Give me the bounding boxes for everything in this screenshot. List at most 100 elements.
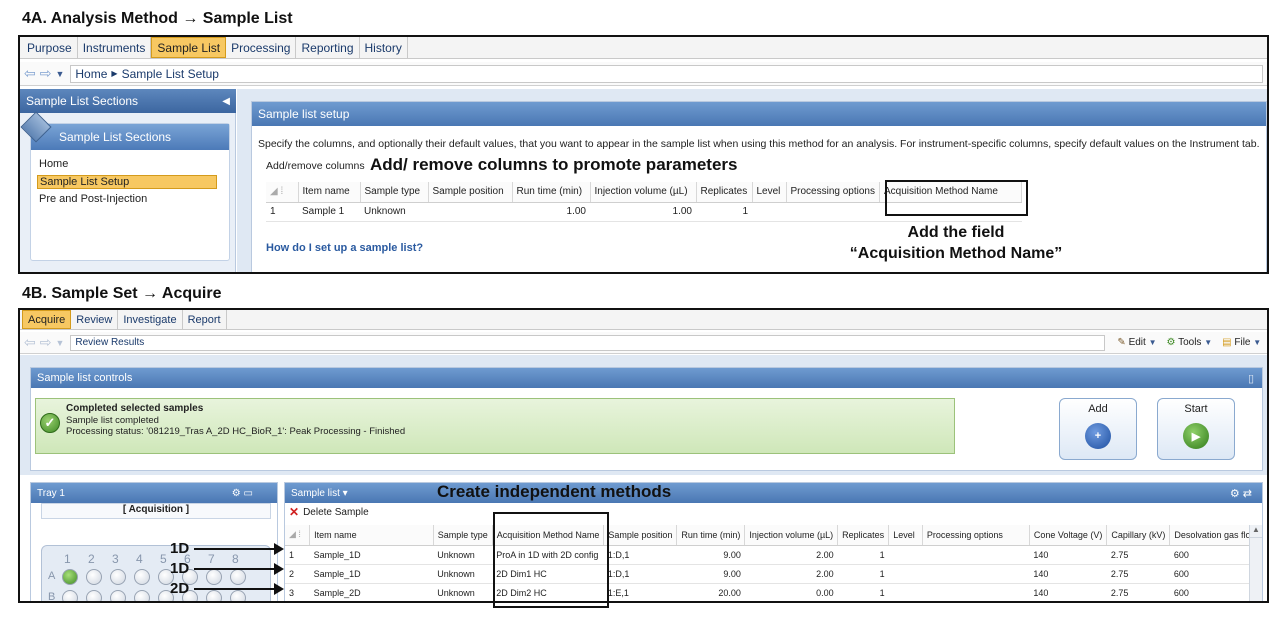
table-cell[interactable]: 140 bbox=[1029, 545, 1107, 565]
back-arrow-icon[interactable]: ⇦ bbox=[24, 334, 36, 351]
sidebar-item-home[interactable]: Home bbox=[39, 158, 68, 170]
column-header[interactable]: Level bbox=[752, 182, 787, 203]
table-cell[interactable] bbox=[922, 564, 1030, 584]
table-cell[interactable]: 2.00 bbox=[744, 564, 838, 584]
column-header[interactable]: Processing options bbox=[922, 525, 1030, 546]
sample-list-menu[interactable]: Sample list ▾ bbox=[291, 488, 348, 499]
breadcrumb-review-results[interactable]: Review Results bbox=[70, 334, 1106, 351]
sample-list-tools-icon[interactable]: ⚙ ⇄ bbox=[1230, 487, 1252, 500]
table-cell[interactable] bbox=[922, 545, 1030, 565]
column-header[interactable]: Sample position bbox=[603, 525, 678, 546]
table-cell[interactable]: 1.00 bbox=[512, 202, 590, 222]
table-row[interactable]: 3 Sample_2D Unknown 2D Dim2 HC 1:E,1 20.00 0.0… bbox=[285, 583, 1262, 601]
table-row[interactable]: 2 Sample_1D Unknown 2D Dim1 HC 1:D,1 9.00 2.00… bbox=[285, 564, 1262, 584]
table-cell[interactable]: 0.00 bbox=[744, 583, 838, 601]
delete-sample-button[interactable]: ✕ Delete Sample bbox=[289, 505, 369, 519]
tools-menu[interactable]: ⚙ Tools ▼ bbox=[1167, 337, 1213, 348]
table-cell[interactable]: 140 bbox=[1029, 564, 1107, 584]
table-cell[interactable] bbox=[888, 545, 923, 565]
table-cell[interactable]: 140 bbox=[1029, 583, 1107, 601]
table-cell[interactable]: 600 bbox=[1169, 564, 1262, 584]
table-cell[interactable]: 2.75 bbox=[1106, 583, 1170, 601]
column-header[interactable]: Sample position bbox=[428, 182, 513, 203]
table-cell[interactable]: 2.75 bbox=[1106, 564, 1170, 584]
table-cell[interactable]: Unknown bbox=[433, 545, 493, 565]
scroll-up-icon[interactable]: ▲ bbox=[1250, 525, 1262, 538]
tray-well[interactable] bbox=[134, 590, 150, 601]
table-cell[interactable] bbox=[786, 202, 880, 222]
tray-well[interactable] bbox=[134, 569, 150, 585]
table-cell[interactable]: Sample 1 bbox=[298, 202, 360, 222]
collapse-icon[interactable]: ◀ bbox=[222, 96, 230, 107]
tray-well[interactable] bbox=[206, 569, 222, 585]
table-cell[interactable]: Sample_1D bbox=[309, 564, 434, 584]
breadcrumb-current[interactable]: Sample List Setup bbox=[122, 67, 219, 81]
table-cell[interactable]: 9.00 bbox=[676, 545, 745, 565]
tab-instruments[interactable]: Instruments bbox=[78, 37, 152, 58]
column-header[interactable]: Replicates bbox=[696, 182, 753, 203]
tray-well[interactable] bbox=[110, 590, 126, 601]
column-header[interactable]: Item name bbox=[298, 182, 361, 203]
table-cell[interactable] bbox=[752, 202, 786, 222]
column-header[interactable]: Capillary (kV) bbox=[1106, 525, 1171, 546]
table-cell[interactable]: 1:D,1 bbox=[603, 545, 677, 565]
table-cell[interactable]: 20.00 bbox=[676, 583, 745, 601]
tray-well[interactable] bbox=[206, 590, 222, 601]
tab-processing[interactable]: Processing bbox=[226, 37, 297, 58]
column-header[interactable]: Sample type bbox=[433, 525, 493, 546]
table-cell[interactable]: Unknown bbox=[433, 583, 493, 601]
table-cell[interactable] bbox=[888, 564, 923, 584]
add-button[interactable]: Add + bbox=[1059, 398, 1137, 460]
column-header[interactable]: Processing options bbox=[786, 182, 880, 203]
tray-well[interactable] bbox=[86, 590, 102, 601]
tray-well[interactable] bbox=[230, 590, 246, 601]
column-header[interactable]: Level bbox=[888, 525, 923, 546]
back-arrow-icon[interactable]: ⇦ bbox=[24, 65, 36, 82]
nav-dropdown-icon[interactable]: ▼ bbox=[55, 69, 64, 79]
table-cell[interactable]: 9.00 bbox=[676, 564, 745, 584]
table-cell[interactable]: 1 bbox=[696, 202, 752, 222]
column-header[interactable]: Replicates bbox=[837, 525, 890, 546]
table-row[interactable]: 1 Sample_1D Unknown ProA in 1D with 2D conf… bbox=[285, 545, 1262, 565]
file-menu[interactable]: ▤ File ▼ bbox=[1222, 337, 1261, 348]
table-cell[interactable]: Sample_2D bbox=[309, 583, 434, 601]
sidebar-item-pre-post-injection[interactable]: Pre and Post-Injection bbox=[39, 193, 147, 205]
tray-tools-icon[interactable]: ⚙ ▭ bbox=[232, 488, 253, 499]
column-header[interactable]: Injection volume (µL) bbox=[744, 525, 839, 546]
tab-acquire[interactable]: Acquire bbox=[22, 310, 72, 329]
column-header[interactable]: Desolvation gas flow bbox=[1169, 525, 1262, 546]
table-cell[interactable]: 600 bbox=[1169, 583, 1262, 601]
table-cell[interactable] bbox=[888, 583, 923, 601]
table-cell[interactable]: Sample_1D bbox=[309, 545, 434, 565]
table-cell[interactable]: 1 bbox=[837, 583, 889, 601]
table-cell[interactable] bbox=[428, 202, 512, 222]
table-cell[interactable]: 1 bbox=[837, 564, 889, 584]
column-header[interactable]: Cone Voltage (V) bbox=[1029, 525, 1108, 546]
tray-well[interactable] bbox=[62, 569, 78, 585]
forward-arrow-icon[interactable]: ⇨ bbox=[40, 65, 52, 82]
column-header[interactable]: Run time (min) bbox=[676, 525, 746, 546]
tab-sample-list[interactable]: Sample List bbox=[151, 37, 227, 58]
tab-history[interactable]: History bbox=[360, 37, 408, 58]
table-cell[interactable]: Unknown bbox=[360, 202, 428, 222]
table-cell[interactable]: 1 bbox=[837, 545, 889, 565]
tray-well[interactable] bbox=[62, 590, 78, 601]
table-cell[interactable]: Unknown bbox=[433, 564, 493, 584]
table-cell[interactable]: 2.00 bbox=[744, 545, 838, 565]
add-remove-columns-link[interactable]: Add/remove columns bbox=[266, 160, 365, 172]
start-button[interactable]: Start ▶ bbox=[1157, 398, 1235, 460]
edit-menu[interactable]: ✎ Edit ▼ bbox=[1117, 337, 1156, 348]
column-header[interactable]: Item name bbox=[309, 525, 434, 546]
column-header[interactable]: Injection volume (µL) bbox=[590, 182, 697, 203]
table-cell[interactable]: 600 bbox=[1169, 545, 1262, 565]
tab-review[interactable]: Review bbox=[71, 310, 119, 329]
column-header[interactable]: Run time (min) bbox=[512, 182, 591, 203]
table-cell[interactable]: 2.75 bbox=[1106, 545, 1170, 565]
column-header[interactable]: Sample type bbox=[360, 182, 429, 203]
sidebar-item-sample-list-setup[interactable]: Sample List Setup bbox=[37, 175, 217, 189]
tray-well[interactable] bbox=[230, 569, 246, 585]
tray-well[interactable] bbox=[110, 569, 126, 585]
tab-investigate[interactable]: Investigate bbox=[118, 310, 183, 329]
tab-reporting[interactable]: Reporting bbox=[296, 37, 360, 58]
table-cell[interactable] bbox=[922, 583, 1030, 601]
